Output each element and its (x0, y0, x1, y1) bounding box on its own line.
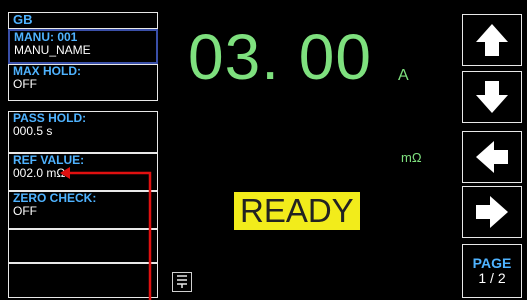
annotation-arrow (60, 167, 152, 300)
